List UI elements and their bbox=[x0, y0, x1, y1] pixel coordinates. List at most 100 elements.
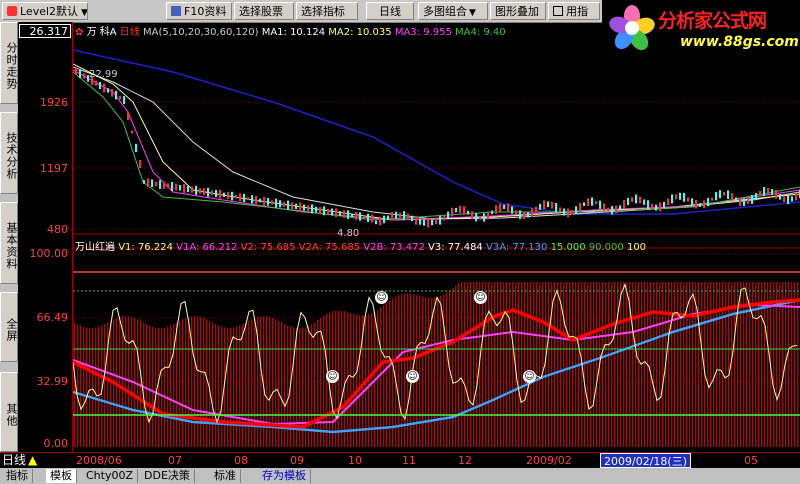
candle bbox=[507, 203, 509, 213]
toolbar-level2-button[interactable]: Level2默认 ▼ bbox=[2, 2, 88, 20]
candle bbox=[167, 183, 169, 189]
indicator-bar bbox=[530, 282, 532, 447]
x-tick: 07 bbox=[168, 454, 182, 467]
indicator-bar bbox=[758, 282, 760, 447]
toolbar-multi-chart-button[interactable]: 多图组合 ▼ bbox=[418, 2, 488, 20]
tab-other[interactable]: 其他 bbox=[0, 372, 18, 452]
toolbar-use-indicator-button[interactable]: 用指 bbox=[548, 2, 600, 20]
candle bbox=[163, 181, 165, 189]
indicator-name: 万山红遍 bbox=[75, 242, 115, 253]
indicator-bar bbox=[752, 282, 754, 447]
candle bbox=[355, 211, 357, 220]
candle bbox=[787, 195, 789, 205]
toolbar-select-indicator-button[interactable]: 选择指标 bbox=[296, 2, 358, 20]
indicator-bar bbox=[170, 325, 172, 447]
indicator-bar bbox=[158, 327, 160, 447]
indicator-bar bbox=[548, 282, 550, 447]
indicator-bar bbox=[380, 307, 382, 447]
toolbar-level2-label: Level2默认 bbox=[20, 5, 79, 18]
stock-name: 万 科A bbox=[86, 27, 117, 38]
candle bbox=[587, 198, 589, 207]
candle bbox=[763, 187, 765, 197]
chart-area[interactable]: ✿ 万 科A 日线 MA(5,10,20,30,60,120) MA1: 10.… bbox=[72, 22, 800, 452]
candle bbox=[191, 186, 193, 193]
v3a-value: V3A: 77.130 bbox=[485, 242, 548, 253]
tab-standard[interactable]: 标准 bbox=[210, 469, 241, 483]
candle bbox=[179, 185, 181, 191]
candle bbox=[547, 201, 549, 208]
indicator-bar bbox=[149, 325, 151, 447]
indicator-bar bbox=[236, 326, 238, 447]
indicator-bar bbox=[467, 282, 469, 447]
candle bbox=[143, 180, 145, 184]
indicator-bar bbox=[659, 282, 661, 447]
tab-dde[interactable]: DDE决策 bbox=[140, 469, 195, 483]
indicator-bar bbox=[206, 319, 208, 447]
f10-icon bbox=[171, 6, 181, 16]
price-legend: ✿ 万 科A 日线 MA(5,10,20,30,60,120) MA1: 10.… bbox=[75, 23, 506, 38]
indicator-bar bbox=[386, 302, 388, 447]
tab-save-template[interactable]: 存为模板 bbox=[258, 469, 311, 483]
candle bbox=[515, 210, 517, 216]
indicator-bar bbox=[146, 324, 148, 447]
indicator-bar bbox=[635, 282, 637, 447]
candle bbox=[323, 206, 325, 216]
candle bbox=[743, 198, 745, 206]
candle bbox=[239, 193, 241, 202]
indicator-bar bbox=[719, 282, 721, 447]
toolbar-f10-button[interactable]: F10资料 bbox=[166, 2, 232, 20]
indicator-bar bbox=[509, 282, 511, 447]
indicator-bar bbox=[461, 282, 463, 447]
period-selector[interactable]: 日线 ▲ bbox=[2, 453, 52, 468]
tab-chty00z[interactable]: Chty00Z bbox=[82, 469, 139, 483]
price-tick: 480 bbox=[47, 223, 68, 236]
candle bbox=[187, 185, 189, 193]
candle bbox=[447, 211, 449, 219]
candle bbox=[111, 89, 113, 97]
tab-template[interactable]: 模板 bbox=[46, 469, 77, 483]
toolbar-period-button[interactable]: 日线 bbox=[366, 2, 414, 20]
high-annotation: 22.99 bbox=[89, 69, 118, 80]
candle bbox=[555, 202, 557, 212]
candle bbox=[695, 199, 697, 209]
indicator-bar bbox=[527, 282, 529, 447]
toolbar-overlay-button[interactable]: 图形叠加 bbox=[490, 2, 546, 20]
candle bbox=[247, 197, 249, 201]
indicator-bar bbox=[401, 294, 403, 447]
ma-line bbox=[72, 69, 800, 221]
candle bbox=[367, 213, 369, 222]
indicator-bar bbox=[89, 327, 91, 447]
candle bbox=[623, 200, 625, 209]
level-100-label: 100 bbox=[626, 242, 647, 253]
indicator-bar bbox=[707, 282, 709, 447]
indicator-bar bbox=[203, 317, 205, 447]
candle bbox=[775, 189, 777, 199]
toolbar-select-stock-button[interactable]: 选择股票 bbox=[234, 2, 294, 20]
indicator-bar bbox=[215, 324, 217, 447]
candle bbox=[611, 206, 613, 215]
candle bbox=[479, 216, 481, 220]
tab-indicator[interactable]: 指标 bbox=[2, 469, 33, 483]
candle bbox=[687, 197, 689, 202]
candle bbox=[723, 191, 725, 196]
candle bbox=[195, 185, 197, 195]
tab-intraday[interactable]: 分时走势 bbox=[0, 22, 18, 104]
indicator-bar bbox=[698, 282, 700, 447]
indicator-bar bbox=[221, 326, 223, 447]
tab-technical[interactable]: 技术分析 bbox=[0, 112, 18, 194]
indicator-bar bbox=[755, 282, 757, 447]
candle bbox=[267, 198, 269, 206]
tab-fullscreen[interactable]: 全屏 bbox=[0, 292, 18, 362]
tab-fundamental[interactable]: 基本资料 bbox=[0, 202, 18, 284]
indicator-bar bbox=[521, 282, 523, 447]
candle bbox=[543, 200, 545, 210]
indicator-bar bbox=[176, 322, 178, 447]
indicator-bar bbox=[314, 322, 316, 447]
indicator-bar bbox=[485, 282, 487, 447]
candle bbox=[679, 192, 681, 200]
indicator-bar bbox=[212, 322, 214, 447]
candle bbox=[295, 203, 297, 210]
candle bbox=[351, 213, 353, 218]
candle bbox=[419, 218, 421, 225]
candle bbox=[551, 201, 553, 209]
